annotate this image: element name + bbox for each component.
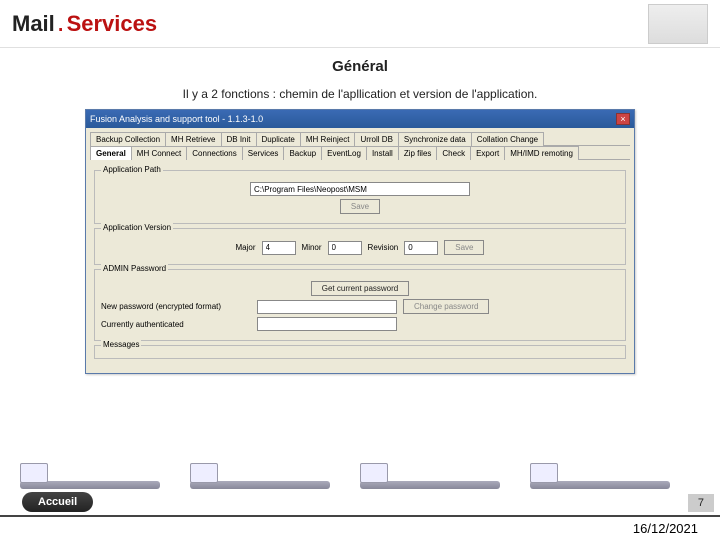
dialog-title: Fusion Analysis and support tool - 1.1.3… (90, 114, 263, 124)
tab-urroll-db[interactable]: Urroll DB (354, 132, 398, 146)
group-label-messages: Messages (101, 340, 141, 349)
major-input[interactable] (262, 241, 296, 255)
save-path-button[interactable]: Save (340, 199, 380, 214)
group-label-path: Application Path (101, 165, 163, 174)
app-path-input[interactable] (250, 182, 470, 196)
tabs-row-1: Backup Collection MH Retrieve DB Init Du… (90, 132, 630, 146)
group-messages: Messages (94, 345, 626, 359)
group-app-path: Application Path Save (94, 170, 626, 224)
group-label-version: Application Version (101, 223, 173, 232)
printer-icon (190, 459, 330, 489)
printer-icon (360, 459, 500, 489)
accueil-button[interactable]: Accueil (22, 492, 93, 512)
tab-duplicate[interactable]: Duplicate (256, 132, 301, 146)
tab-mh-connect[interactable]: MH Connect (131, 146, 187, 160)
get-password-button[interactable]: Get current password (311, 281, 409, 296)
dialog-body: Backup Collection MH Retrieve DB Init Du… (86, 128, 634, 373)
revision-label: Revision (368, 243, 399, 252)
tab-content: Application Path Save Application Versio… (90, 160, 630, 369)
minor-label: Minor (302, 243, 322, 252)
tab-export[interactable]: Export (470, 146, 505, 160)
tab-db-init[interactable]: DB Init (221, 132, 257, 146)
major-label: Major (236, 243, 256, 252)
tab-backup-collection[interactable]: Backup Collection (90, 132, 166, 146)
tab-connections[interactable]: Connections (186, 146, 242, 160)
change-password-button[interactable]: Change password (403, 299, 489, 314)
tab-backup[interactable]: Backup (283, 146, 322, 160)
tabs-row-2: General MH Connect Connections Services … (90, 146, 630, 160)
dialog-titlebar: Fusion Analysis and support tool - 1.1.3… (86, 110, 634, 128)
logo-services: Services (67, 11, 158, 37)
tab-general[interactable]: General (90, 146, 132, 160)
new-password-label: New password (encrypted format) (101, 302, 251, 311)
printer-icon (20, 459, 160, 489)
tab-services[interactable]: Services (242, 146, 285, 160)
tab-eventlog[interactable]: EventLog (321, 146, 367, 160)
logo-mail: Mail (12, 11, 55, 37)
confirm-input[interactable] (257, 317, 397, 331)
tab-mh-retrieve[interactable]: MH Retrieve (165, 132, 221, 146)
tab-mh-reinject[interactable]: MH Reinject (300, 132, 356, 146)
content: Général Il y a 2 fonctions : chemin de l… (0, 48, 720, 374)
revision-input[interactable] (404, 241, 438, 255)
minor-input[interactable] (328, 241, 362, 255)
close-icon[interactable]: × (616, 113, 630, 125)
tab-collation[interactable]: Collation Change (471, 132, 544, 146)
tab-synchronize[interactable]: Synchronize data (398, 132, 472, 146)
header: Mail . Services (0, 0, 720, 48)
footer-illustration (0, 444, 720, 504)
new-password-input[interactable] (257, 300, 397, 314)
save-version-button[interactable]: Save (444, 240, 484, 255)
date-footer: 16/12/2021 (0, 515, 720, 536)
group-admin-password: ADMIN Password Get current password New … (94, 269, 626, 341)
page-title: Général (24, 58, 696, 75)
tab-remoting[interactable]: MH/IMD remoting (504, 146, 579, 160)
dialog-window: Fusion Analysis and support tool - 1.1.3… (85, 109, 635, 374)
tab-install[interactable]: Install (366, 146, 399, 160)
confirm-label: Currently authenticated (101, 320, 251, 329)
printer-icon (530, 459, 670, 489)
tab-check[interactable]: Check (436, 146, 471, 160)
logo: Mail . Services (12, 11, 157, 37)
header-thumbnail (648, 4, 708, 44)
page-number: 7 (688, 494, 714, 512)
group-app-version: Application Version Major Minor Revision… (94, 228, 626, 265)
tab-zipfiles[interactable]: Zip files (398, 146, 438, 160)
page-subtitle: Il y a 2 fonctions : chemin de l'apllica… (24, 87, 696, 101)
group-label-password: ADMIN Password (101, 264, 168, 273)
